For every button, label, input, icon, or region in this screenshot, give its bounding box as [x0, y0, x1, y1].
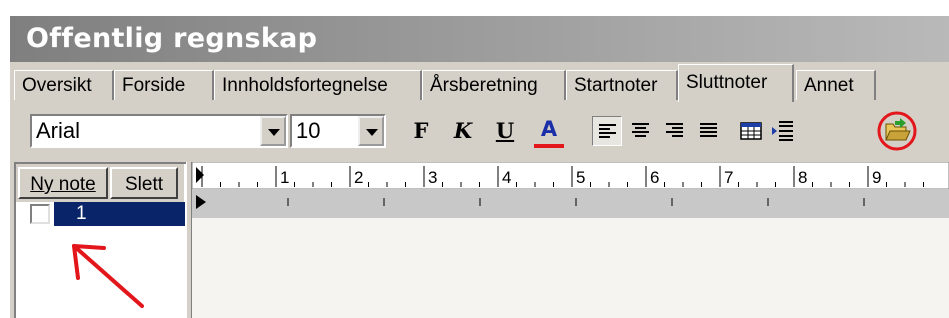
note-label[interactable]: 1	[54, 202, 185, 226]
open-folder-icon	[877, 111, 917, 151]
note-editor[interactable]	[192, 218, 949, 318]
bold-button[interactable]: F	[406, 116, 436, 146]
delete-note-button[interactable]: Slett	[110, 167, 178, 199]
format-toolbar: Arial 10 F K U A	[14, 106, 949, 156]
insert-table-button[interactable]	[736, 116, 766, 146]
list-item[interactable]: 1	[30, 202, 185, 226]
align-left-button[interactable]	[592, 116, 622, 146]
ruler-label: 1	[280, 168, 289, 187]
font-dropdown-icon[interactable]	[260, 116, 286, 146]
align-center-icon	[632, 123, 649, 138]
font-color-button[interactable]: A	[534, 116, 564, 148]
italic-button[interactable]: K	[448, 116, 478, 146]
ruler-label: 2	[354, 168, 363, 187]
size-value: 10	[296, 118, 321, 143]
align-right-icon	[666, 123, 683, 138]
table-icon	[740, 122, 762, 140]
ruler[interactable]: 1 2 3 4 5 6 7 8 9	[191, 161, 949, 218]
ruler-label: 9	[872, 168, 881, 187]
insert-rows-button[interactable]	[768, 116, 798, 146]
tab-innholdsfortegnelse[interactable]: Innholdsfortegnelse	[214, 70, 422, 100]
open-file-button[interactable]	[876, 110, 918, 152]
justify-button[interactable]	[694, 116, 724, 146]
window-title: Offentlig regnskap	[10, 16, 949, 62]
ruler-label: 6	[650, 168, 659, 187]
ruler-graphic: 1 2 3 4 5 6 7 8 9	[191, 161, 949, 218]
tab-arsberetning[interactable]: Årsberetning	[422, 70, 566, 100]
tab-forside[interactable]: Forside	[114, 70, 214, 100]
size-select[interactable]: 10	[290, 114, 386, 148]
align-center-button[interactable]	[626, 116, 656, 146]
align-right-button[interactable]	[660, 116, 690, 146]
tab-oversikt[interactable]: Oversikt	[14, 70, 114, 100]
tab-sluttnoter[interactable]: Sluttnoter	[678, 64, 794, 102]
font-select[interactable]: Arial	[30, 114, 288, 148]
note-checkbox[interactable]	[30, 204, 50, 224]
ruler-label: 3	[428, 168, 437, 187]
font-value: Arial	[36, 118, 81, 143]
justify-icon	[700, 123, 717, 138]
tab-annet[interactable]: Annet	[796, 70, 876, 100]
tab-strip: Oversikt Forside Innholdsfortegnelse Års…	[14, 64, 949, 102]
ruler-label: 4	[502, 168, 511, 187]
align-left-icon	[599, 124, 616, 139]
ruler-label: 8	[798, 168, 807, 187]
ruler-label: 7	[724, 168, 733, 187]
insert-rows-icon	[772, 121, 793, 141]
new-note-button[interactable]: Ny note	[18, 167, 108, 199]
size-dropdown-icon[interactable]	[358, 116, 384, 146]
notes-button-bar: Ny note Slett	[16, 164, 184, 202]
annotation-arrow	[72, 244, 144, 308]
tab-startnoter[interactable]: Startnoter	[566, 70, 678, 100]
underline-button[interactable]: U	[490, 116, 520, 146]
ruler-label: 5	[576, 168, 585, 187]
